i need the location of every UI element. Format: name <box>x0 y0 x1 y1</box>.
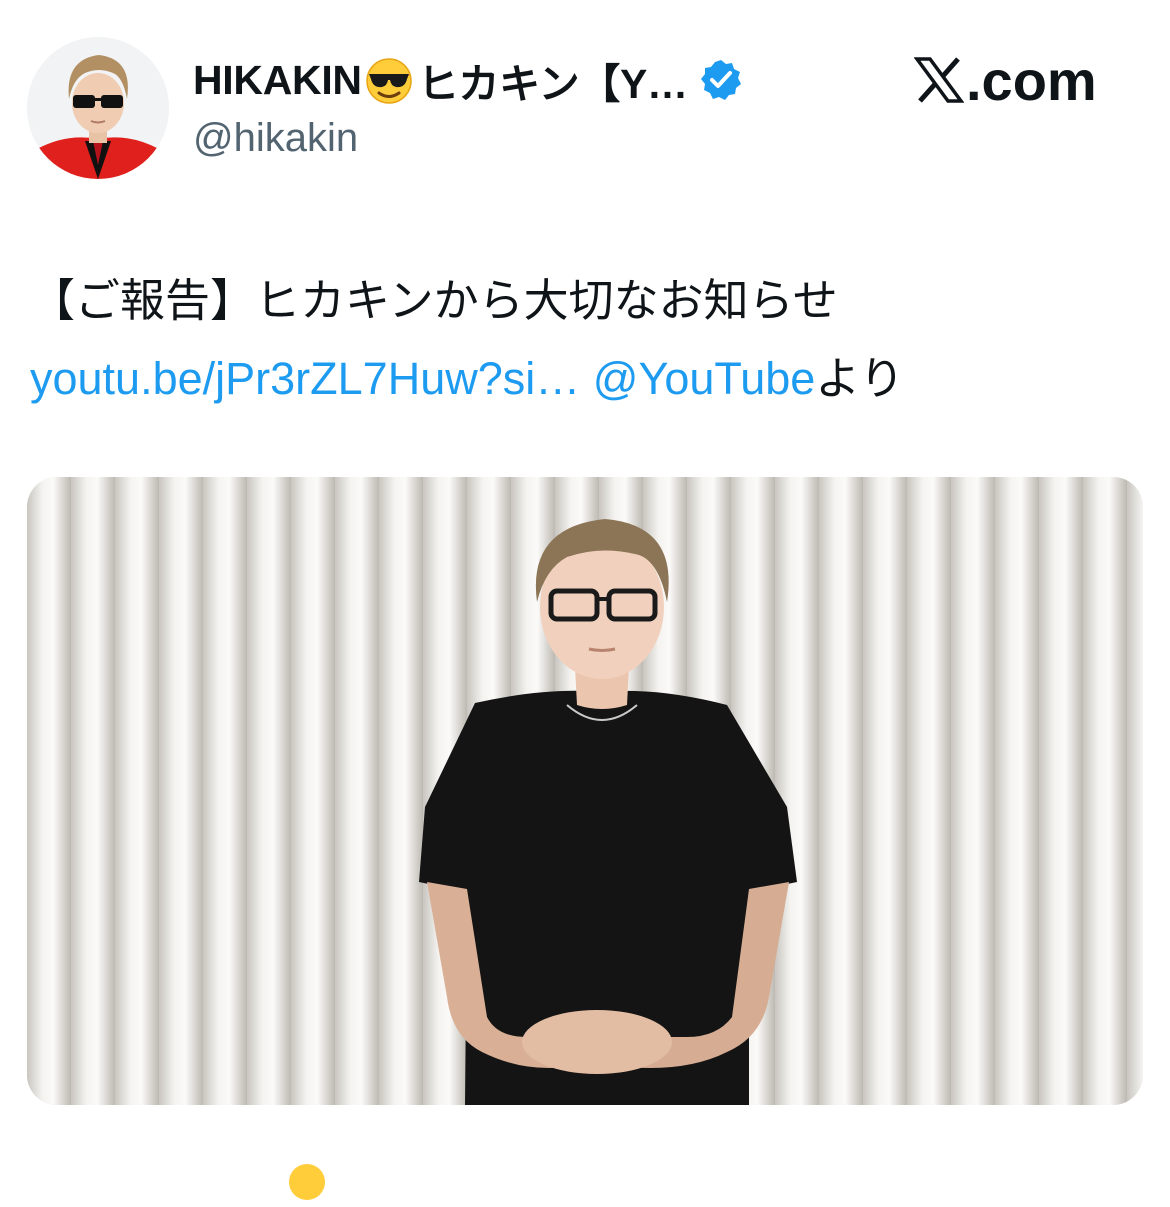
avatar-photo-icon <box>27 37 169 179</box>
display-name-text: HIKAKIN <box>193 56 362 103</box>
tweet-text-suffix: より <box>815 353 905 404</box>
x-com-suffix: .com <box>966 48 1097 112</box>
photo-man-black-tshirt-curtain-icon <box>27 477 1143 1105</box>
display-name-suffix: ヒカキン【Y… <box>417 61 688 107</box>
sunglasses-emoji-icon <box>364 55 414 105</box>
author-display-name[interactable]: HIKAKIN ヒカキン【Y… <box>193 52 742 108</box>
partial-emoji-icon <box>287 1162 327 1202</box>
youtube-mention[interactable]: @YouTube <box>593 353 816 404</box>
tweet-text-line2: youtu.be/jPr3rZL7Huw?si… @YouTubeより <box>30 340 904 418</box>
tweet-text-line1: 【ご報告】ヒカキンから大切なお知らせ <box>30 275 838 326</box>
author-handle[interactable]: @hikakin <box>193 116 358 161</box>
x-logo-icon <box>914 57 964 103</box>
tweet-media-photo[interactable] <box>27 477 1143 1105</box>
verified-badge-icon <box>700 59 742 101</box>
youtube-link[interactable]: youtu.be/jPr3rZL7Huw?si… <box>30 353 580 404</box>
x-com-brand[interactable]: .com <box>914 48 1097 112</box>
author-avatar[interactable] <box>27 37 169 179</box>
tweet-text: 【ご報告】ヒカキンから大切なお知らせ youtu.be/jPr3rZL7Huw?… <box>30 262 904 418</box>
